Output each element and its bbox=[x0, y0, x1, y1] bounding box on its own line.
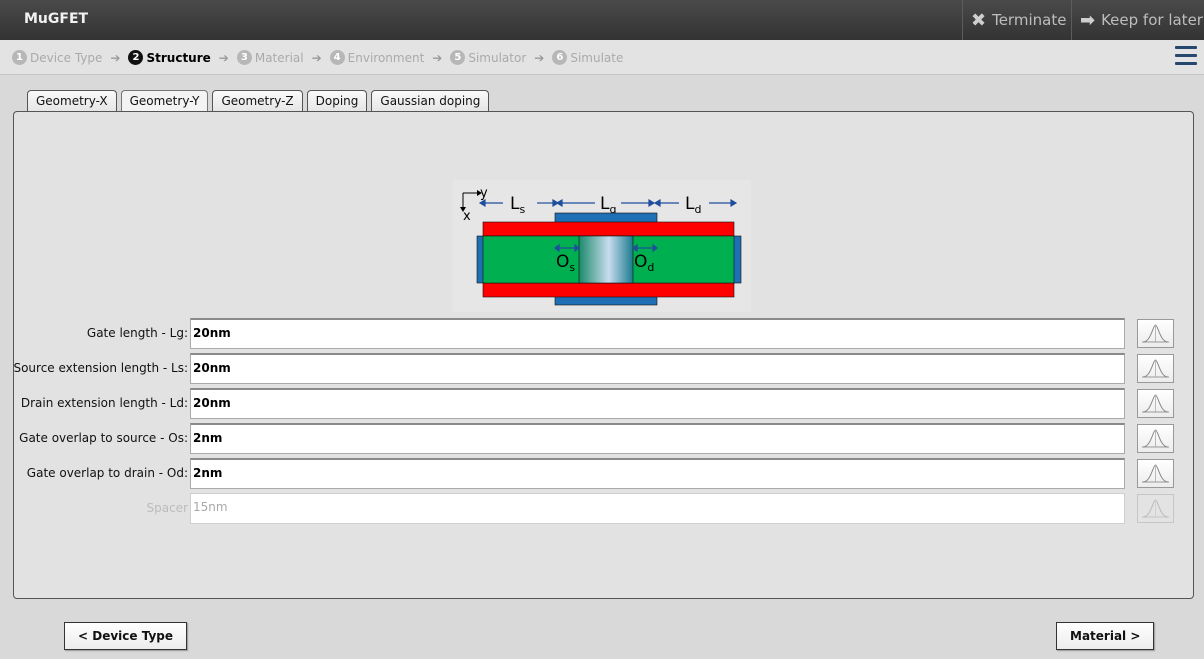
gaussian-icon bbox=[1142, 359, 1169, 378]
tab-geometry-z[interactable]: Geometry-Z bbox=[212, 90, 303, 111]
gaussian-icon bbox=[1142, 324, 1169, 343]
wizard-step-bar: 1 Device Type ➔ 2 Structure ➔ 3 Material… bbox=[0, 40, 1204, 75]
terminate-button[interactable]: ✖ Terminate bbox=[962, 0, 1071, 40]
gate-overlap-source-input[interactable]: 2nm bbox=[190, 423, 1125, 454]
field-label: Gate length - Lg: bbox=[86, 326, 188, 340]
axis-x-label: x bbox=[463, 209, 471, 224]
distribution-button bbox=[1137, 494, 1174, 523]
distribution-button[interactable] bbox=[1137, 459, 1174, 488]
step-label: Environment bbox=[347, 50, 425, 65]
axis-y-label: y bbox=[480, 186, 488, 201]
arrow-right-icon: ➔ bbox=[311, 50, 322, 65]
arrow-right-icon: ➔ bbox=[218, 50, 229, 65]
distribution-button[interactable] bbox=[1137, 424, 1174, 453]
lg-label: Lg bbox=[600, 194, 616, 216]
top-gate bbox=[554, 212, 658, 224]
drain-extension-input[interactable]: 20nm bbox=[190, 388, 1125, 419]
tab-bar: Geometry-X Geometry-Y Geometry-Z Doping … bbox=[27, 90, 493, 112]
field-label: Gate overlap to drain - Od: bbox=[26, 466, 188, 480]
field-row-gate-overlap-source: Gate overlap to source - Os: 2nm bbox=[0, 423, 1204, 455]
close-icon: ✖ bbox=[971, 9, 987, 31]
step-label: Device Type bbox=[30, 50, 103, 65]
tab-geometry-x[interactable]: Geometry-X bbox=[27, 90, 117, 111]
gate-overlap-drain-input[interactable]: 2nm bbox=[190, 458, 1125, 489]
arrow-right-icon: ➔ bbox=[432, 50, 443, 65]
steps: 1 Device Type ➔ 2 Structure ➔ 3 Material… bbox=[12, 50, 623, 65]
field-row-gate-length: Gate length - Lg: 20nm bbox=[0, 318, 1204, 350]
gaussian-icon bbox=[1142, 429, 1169, 448]
menu-icon[interactable] bbox=[1175, 46, 1197, 66]
source-extension-input[interactable]: 20nm bbox=[190, 353, 1125, 384]
step-label: Structure bbox=[146, 50, 211, 65]
field-label: Spacer bbox=[146, 501, 188, 515]
step-device-type[interactable]: 1 Device Type bbox=[12, 50, 102, 65]
ld-label: Ld bbox=[685, 194, 701, 216]
tab-gaussian-doping[interactable]: Gaussian doping bbox=[371, 90, 490, 111]
distribution-button[interactable] bbox=[1137, 319, 1174, 348]
field-label: Source extension length - Ls: bbox=[13, 361, 188, 375]
tab-geometry-y[interactable]: Geometry-Y bbox=[120, 90, 209, 112]
gate-length-input[interactable]: 20nm bbox=[190, 318, 1125, 349]
field-row-drain-extension: Drain extension length - Ld: 20nm bbox=[0, 388, 1204, 420]
arrow-right-icon: ➔ bbox=[110, 50, 121, 65]
previous-step-button[interactable]: < Device Type bbox=[64, 622, 188, 650]
next-step-button[interactable]: Material > bbox=[1056, 622, 1155, 650]
arrow-right-icon: ➔ bbox=[534, 50, 545, 65]
distribution-button[interactable] bbox=[1137, 354, 1174, 383]
forward-arrow-icon: ➡ bbox=[1080, 9, 1096, 31]
keep-for-later-button[interactable]: ➡ Keep for later bbox=[1071, 0, 1204, 40]
device-cross-section: y x Ls Lg Ld Os Od bbox=[460, 186, 742, 306]
step-number: 6 bbox=[552, 50, 568, 65]
top-oxide bbox=[482, 221, 735, 237]
step-label: Simulator bbox=[468, 50, 527, 65]
step-simulator[interactable]: 5 Simulator bbox=[450, 50, 526, 65]
step-structure[interactable]: 2 Structure bbox=[128, 50, 211, 65]
app-title: MuGFET bbox=[24, 11, 89, 27]
field-label: Drain extension length - Ld: bbox=[20, 396, 188, 410]
distribution-button[interactable] bbox=[1137, 389, 1174, 418]
spacer-input: 15nm bbox=[190, 493, 1125, 524]
channel bbox=[578, 235, 634, 284]
gaussian-icon bbox=[1142, 394, 1169, 413]
field-row-gate-overlap-drain: Gate overlap to drain - Od: 2nm bbox=[0, 458, 1204, 490]
tab-doping[interactable]: Doping bbox=[306, 90, 368, 111]
bottom-oxide bbox=[482, 282, 735, 298]
terminate-label: Terminate bbox=[992, 11, 1067, 29]
title-bar: MuGFET ✖ Terminate ➡ Keep for later bbox=[0, 0, 1204, 40]
step-number: 5 bbox=[450, 50, 466, 65]
ls-label: Ls bbox=[510, 194, 525, 216]
step-label: Simulate bbox=[570, 50, 624, 65]
gaussian-icon bbox=[1142, 464, 1169, 483]
field-row-spacer: Spacer 15nm bbox=[0, 493, 1204, 525]
step-number: 4 bbox=[329, 50, 345, 65]
step-simulate[interactable]: 6 Simulate bbox=[552, 50, 623, 65]
gaussian-icon bbox=[1142, 499, 1169, 518]
step-number: 1 bbox=[12, 50, 27, 65]
field-label: Gate overlap to source - Os: bbox=[19, 431, 188, 445]
step-number: 3 bbox=[236, 50, 252, 65]
structure-diagram: y x Ls Lg Ld Os Od bbox=[453, 180, 751, 312]
step-environment[interactable]: 4 Environment bbox=[329, 50, 425, 65]
step-number: 2 bbox=[128, 50, 144, 65]
step-label: Material bbox=[254, 50, 304, 65]
field-row-source-extension: Source extension length - Ls: 20nm bbox=[0, 353, 1204, 385]
keep-label: Keep for later bbox=[1101, 11, 1203, 29]
step-material[interactable]: 3 Material bbox=[236, 50, 304, 65]
